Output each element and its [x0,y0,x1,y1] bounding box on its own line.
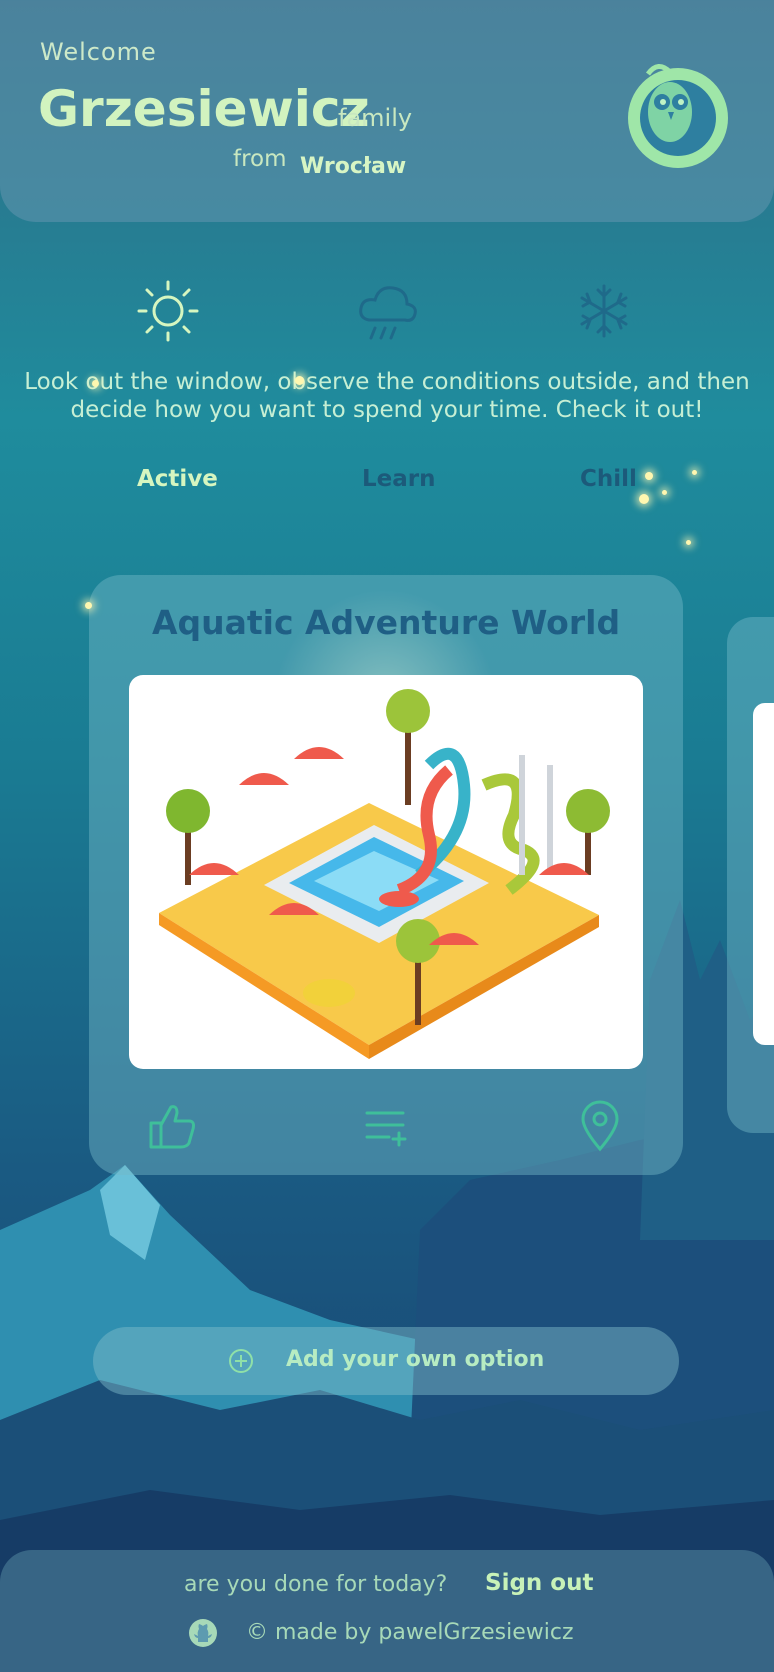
tab-active[interactable]: Active [137,466,218,492]
water-park-illustration [159,689,610,1059]
next-activity-image [753,703,774,1045]
tab-learn[interactable]: Learn [362,466,436,492]
add-own-option-label: Add your own option [286,1347,545,1372]
activity-title: Aquatic Adventure World [151,603,621,642]
location-pin-icon[interactable] [573,1099,627,1153]
activity-card[interactable]: Aquatic Adventure World [89,575,683,1175]
welcome-header: Welcome Grzesiewicz family from Wrocław [0,0,774,222]
sparkle [645,472,653,480]
tab-chill[interactable]: Chill [580,466,637,492]
sparkle [686,540,691,545]
owl-mascot-icon[interactable] [618,54,738,172]
city-name: Wrocław [300,154,407,179]
add-to-list-icon[interactable] [359,1099,413,1153]
sparkle [692,470,697,475]
footer-bar: are you done for today? Sign out © made … [0,1550,774,1672]
done-question: are you done for today? [184,1572,448,1597]
thumbs-up-icon[interactable] [145,1099,199,1153]
github-icon[interactable] [188,1618,218,1648]
plus-circle-icon [229,1349,253,1373]
credits-text: © made by pawelGrzesiewicz [246,1620,574,1645]
add-own-option-button[interactable]: Add your own option [93,1327,679,1395]
snowflake-icon[interactable] [569,276,639,346]
sparkle [295,376,304,385]
sparkle [92,380,99,387]
sparkle [639,494,649,504]
rain-cloud-icon[interactable] [353,278,423,348]
family-label: family [338,104,413,132]
sun-icon[interactable] [133,276,203,346]
welcome-label: Welcome [40,38,157,66]
from-label: from [233,146,287,172]
family-surname: Grzesiewicz [38,80,370,138]
sign-out-link[interactable]: Sign out [485,1570,593,1596]
weather-description: Look out the window, observe the conditi… [24,369,750,423]
sparkle [662,490,667,495]
activity-image [129,675,643,1069]
next-activity-card[interactable] [727,617,774,1133]
sparkle [85,602,92,609]
